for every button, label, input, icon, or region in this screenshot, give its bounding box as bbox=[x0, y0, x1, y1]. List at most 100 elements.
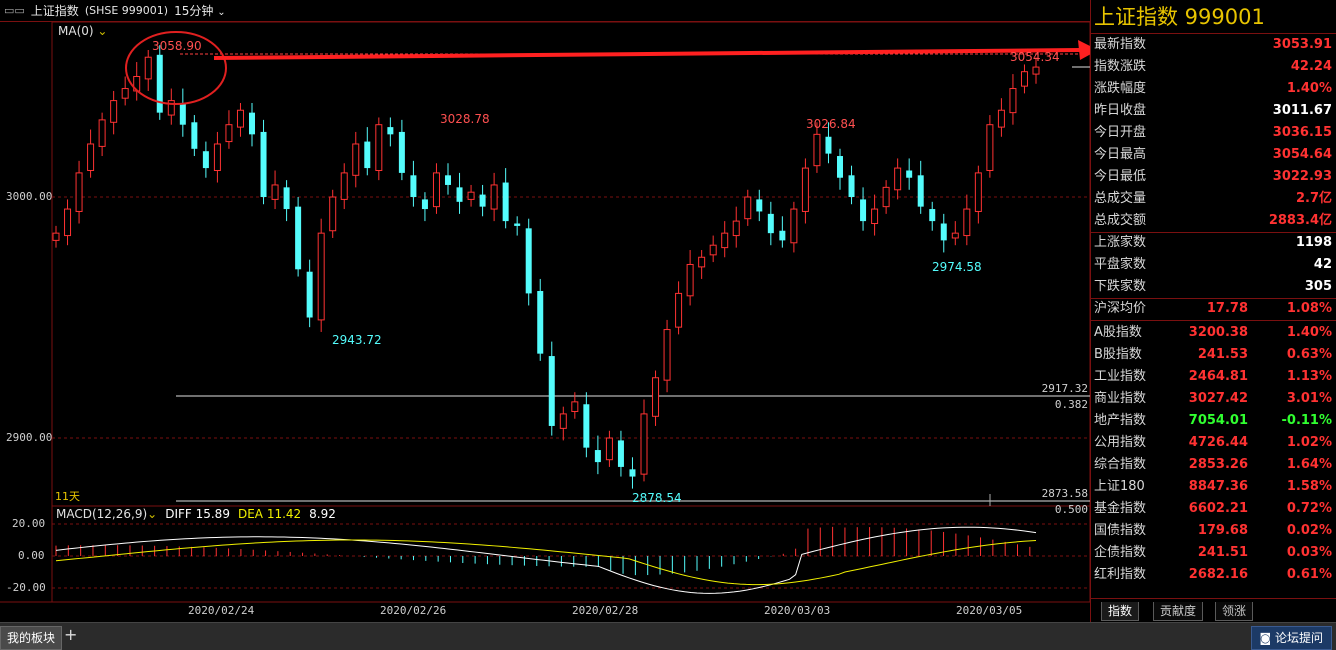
chevron-down-icon: ⌄ bbox=[217, 7, 226, 18]
date-label-1: 2020/02/24 bbox=[188, 604, 255, 617]
candle-body bbox=[445, 175, 451, 185]
tab-leaders[interactable]: 领涨 bbox=[1215, 602, 1254, 621]
candle-body bbox=[652, 377, 660, 417]
row-percent: 1.58% bbox=[1286, 479, 1332, 494]
candle-body bbox=[698, 256, 706, 268]
index-row[interactable]: 综合指数 2853.26 1.64% bbox=[1091, 454, 1336, 476]
candle-body bbox=[929, 209, 936, 222]
panel-tabs: 指数 贡献度 领涨 bbox=[1091, 598, 1336, 623]
add-tab-button[interactable]: + bbox=[64, 625, 77, 644]
days-label: 11天 bbox=[55, 490, 80, 503]
row-value: 2883.4亿 bbox=[1268, 213, 1332, 228]
quote-row[interactable]: 总成交额 2883.4亿 bbox=[1091, 210, 1336, 232]
index-row[interactable]: 地产指数 7054.01 -0.11% bbox=[1091, 410, 1336, 432]
row-label: 今日最低 bbox=[1094, 169, 1147, 184]
avg-price-row[interactable]: 沪深均价 17.78 1.08% bbox=[1091, 298, 1336, 320]
candle-body bbox=[260, 131, 267, 197]
row-value: 2853.26 bbox=[1188, 457, 1248, 472]
dea-line bbox=[55, 539, 1037, 586]
candle-body bbox=[663, 329, 671, 381]
index-row[interactable]: 商业指数 3027.42 3.01% bbox=[1091, 388, 1336, 410]
candle-body bbox=[1032, 66, 1040, 75]
candle-body bbox=[52, 232, 60, 241]
quote-row[interactable]: 总成交量 2.7亿 bbox=[1091, 188, 1336, 210]
candle-body bbox=[1020, 71, 1028, 87]
row-label: 昨日收盘 bbox=[1094, 103, 1147, 118]
index-row[interactable]: A股指数 3200.38 1.40% bbox=[1091, 322, 1336, 344]
macd-selector[interactable]: MACD(12,26,9)⌄ bbox=[56, 507, 157, 521]
breadth-row[interactable]: 平盘家数 42 bbox=[1091, 254, 1336, 276]
chevron-down-icon: ⌄ bbox=[147, 507, 158, 521]
window-menu-icon[interactable]: ▭▭ bbox=[4, 4, 25, 17]
row-percent: 0.02% bbox=[1286, 523, 1332, 538]
quote-row[interactable]: 今日最低 3022.93 bbox=[1091, 166, 1336, 188]
row-label: 基金指数 bbox=[1094, 501, 1147, 516]
quote-row[interactable]: 今日最高 3054.64 bbox=[1091, 144, 1336, 166]
quote-row[interactable]: 指数涨跌 42.24 bbox=[1091, 56, 1336, 78]
macd-axis-0: 0.00 bbox=[18, 549, 45, 562]
row-value: 2.7亿 bbox=[1295, 191, 1332, 206]
low-label-3: 2974.58 bbox=[932, 260, 982, 274]
row-value: 6602.21 bbox=[1188, 501, 1248, 516]
macd-histogram bbox=[55, 526, 1031, 576]
index-row[interactable]: 公用指数 4726.44 1.02% bbox=[1091, 432, 1336, 454]
chevron-down-icon: ⌄ bbox=[93, 24, 108, 38]
row-value: 2682.16 bbox=[1188, 567, 1248, 582]
macd-label: MACD(12,26,9) bbox=[56, 507, 148, 521]
tab-contribution[interactable]: 贡献度 bbox=[1153, 602, 1204, 621]
candle-body bbox=[963, 208, 971, 237]
row-value: 241.51 bbox=[1197, 545, 1248, 560]
index-row[interactable]: 红利指数 2682.16 0.61% bbox=[1091, 564, 1336, 586]
date-label-2: 2020/02/26 bbox=[380, 604, 447, 617]
candle-body bbox=[721, 232, 729, 249]
candle-body bbox=[213, 143, 221, 171]
candle-body bbox=[686, 263, 694, 297]
quote-row[interactable]: 最新指数 3053.91 bbox=[1091, 34, 1336, 56]
candle-body bbox=[917, 175, 924, 207]
quote-row[interactable]: 今日开盘 3036.15 bbox=[1091, 122, 1336, 144]
index-row[interactable]: 上证180 8847.36 1.58% bbox=[1091, 476, 1336, 498]
candle-body bbox=[283, 187, 290, 210]
candle-body bbox=[744, 196, 752, 220]
period-selector[interactable]: 15分钟 ⌄ bbox=[174, 2, 226, 19]
index-row[interactable]: 企债指数 241.51 0.03% bbox=[1091, 542, 1336, 564]
index-row[interactable]: 工业指数 2464.81 1.13% bbox=[1091, 366, 1336, 388]
candle-body bbox=[329, 196, 337, 232]
candle-body bbox=[640, 413, 648, 475]
candle-body bbox=[249, 112, 255, 135]
forum-question-button[interactable]: ◙ 论坛提问 bbox=[1250, 626, 1332, 650]
quote-row[interactable]: 昨日收盘 3011.67 bbox=[1091, 100, 1336, 122]
fib-value-1: 2917.32 bbox=[1041, 382, 1088, 395]
diff-label: DIFF 15.89 bbox=[165, 507, 230, 521]
breadth-row[interactable]: 下跌家数 305 bbox=[1091, 276, 1336, 298]
row-percent: 0.61% bbox=[1286, 567, 1332, 582]
row-label: A股指数 bbox=[1094, 325, 1142, 340]
candle-body bbox=[801, 167, 809, 212]
row-percent: 1.64% bbox=[1286, 457, 1332, 472]
quote-row[interactable]: 涨跌幅度 1.40% bbox=[1091, 78, 1336, 100]
forum-label: 论坛提问 bbox=[1274, 631, 1323, 645]
high-label-4: 3054.34 bbox=[1010, 50, 1060, 64]
price-chart[interactable] bbox=[0, 0, 1090, 622]
candle-body bbox=[848, 175, 855, 197]
candle-body bbox=[790, 208, 798, 244]
my-board-tab[interactable]: 我的板块 bbox=[0, 626, 63, 650]
macd-axis-20: 20.00 bbox=[12, 517, 46, 530]
diff-line bbox=[55, 526, 1037, 594]
index-row[interactable]: 国债指数 179.68 0.02% bbox=[1091, 520, 1336, 542]
index-row[interactable]: B股指数 241.53 0.63% bbox=[1091, 344, 1336, 366]
date-label-4: 2020/03/03 bbox=[764, 604, 831, 617]
candle-body bbox=[514, 223, 521, 226]
candle-body bbox=[629, 469, 636, 477]
row-label: 总成交量 bbox=[1094, 191, 1147, 206]
row-value: 3036.15 bbox=[1272, 125, 1332, 140]
tab-index[interactable]: 指数 bbox=[1101, 602, 1140, 621]
ma-selector[interactable]: MA(0) ⌄ bbox=[58, 24, 107, 38]
row-value: 17.78 bbox=[1206, 301, 1248, 316]
row-label: 红利指数 bbox=[1094, 567, 1147, 582]
breadth-row[interactable]: 上涨家数 1198 bbox=[1091, 232, 1336, 254]
title-text: 上证指数 bbox=[30, 4, 79, 18]
row-value: 42.24 bbox=[1290, 59, 1332, 74]
candle-body bbox=[144, 56, 152, 80]
index-row[interactable]: 基金指数 6602.21 0.72% bbox=[1091, 498, 1336, 520]
